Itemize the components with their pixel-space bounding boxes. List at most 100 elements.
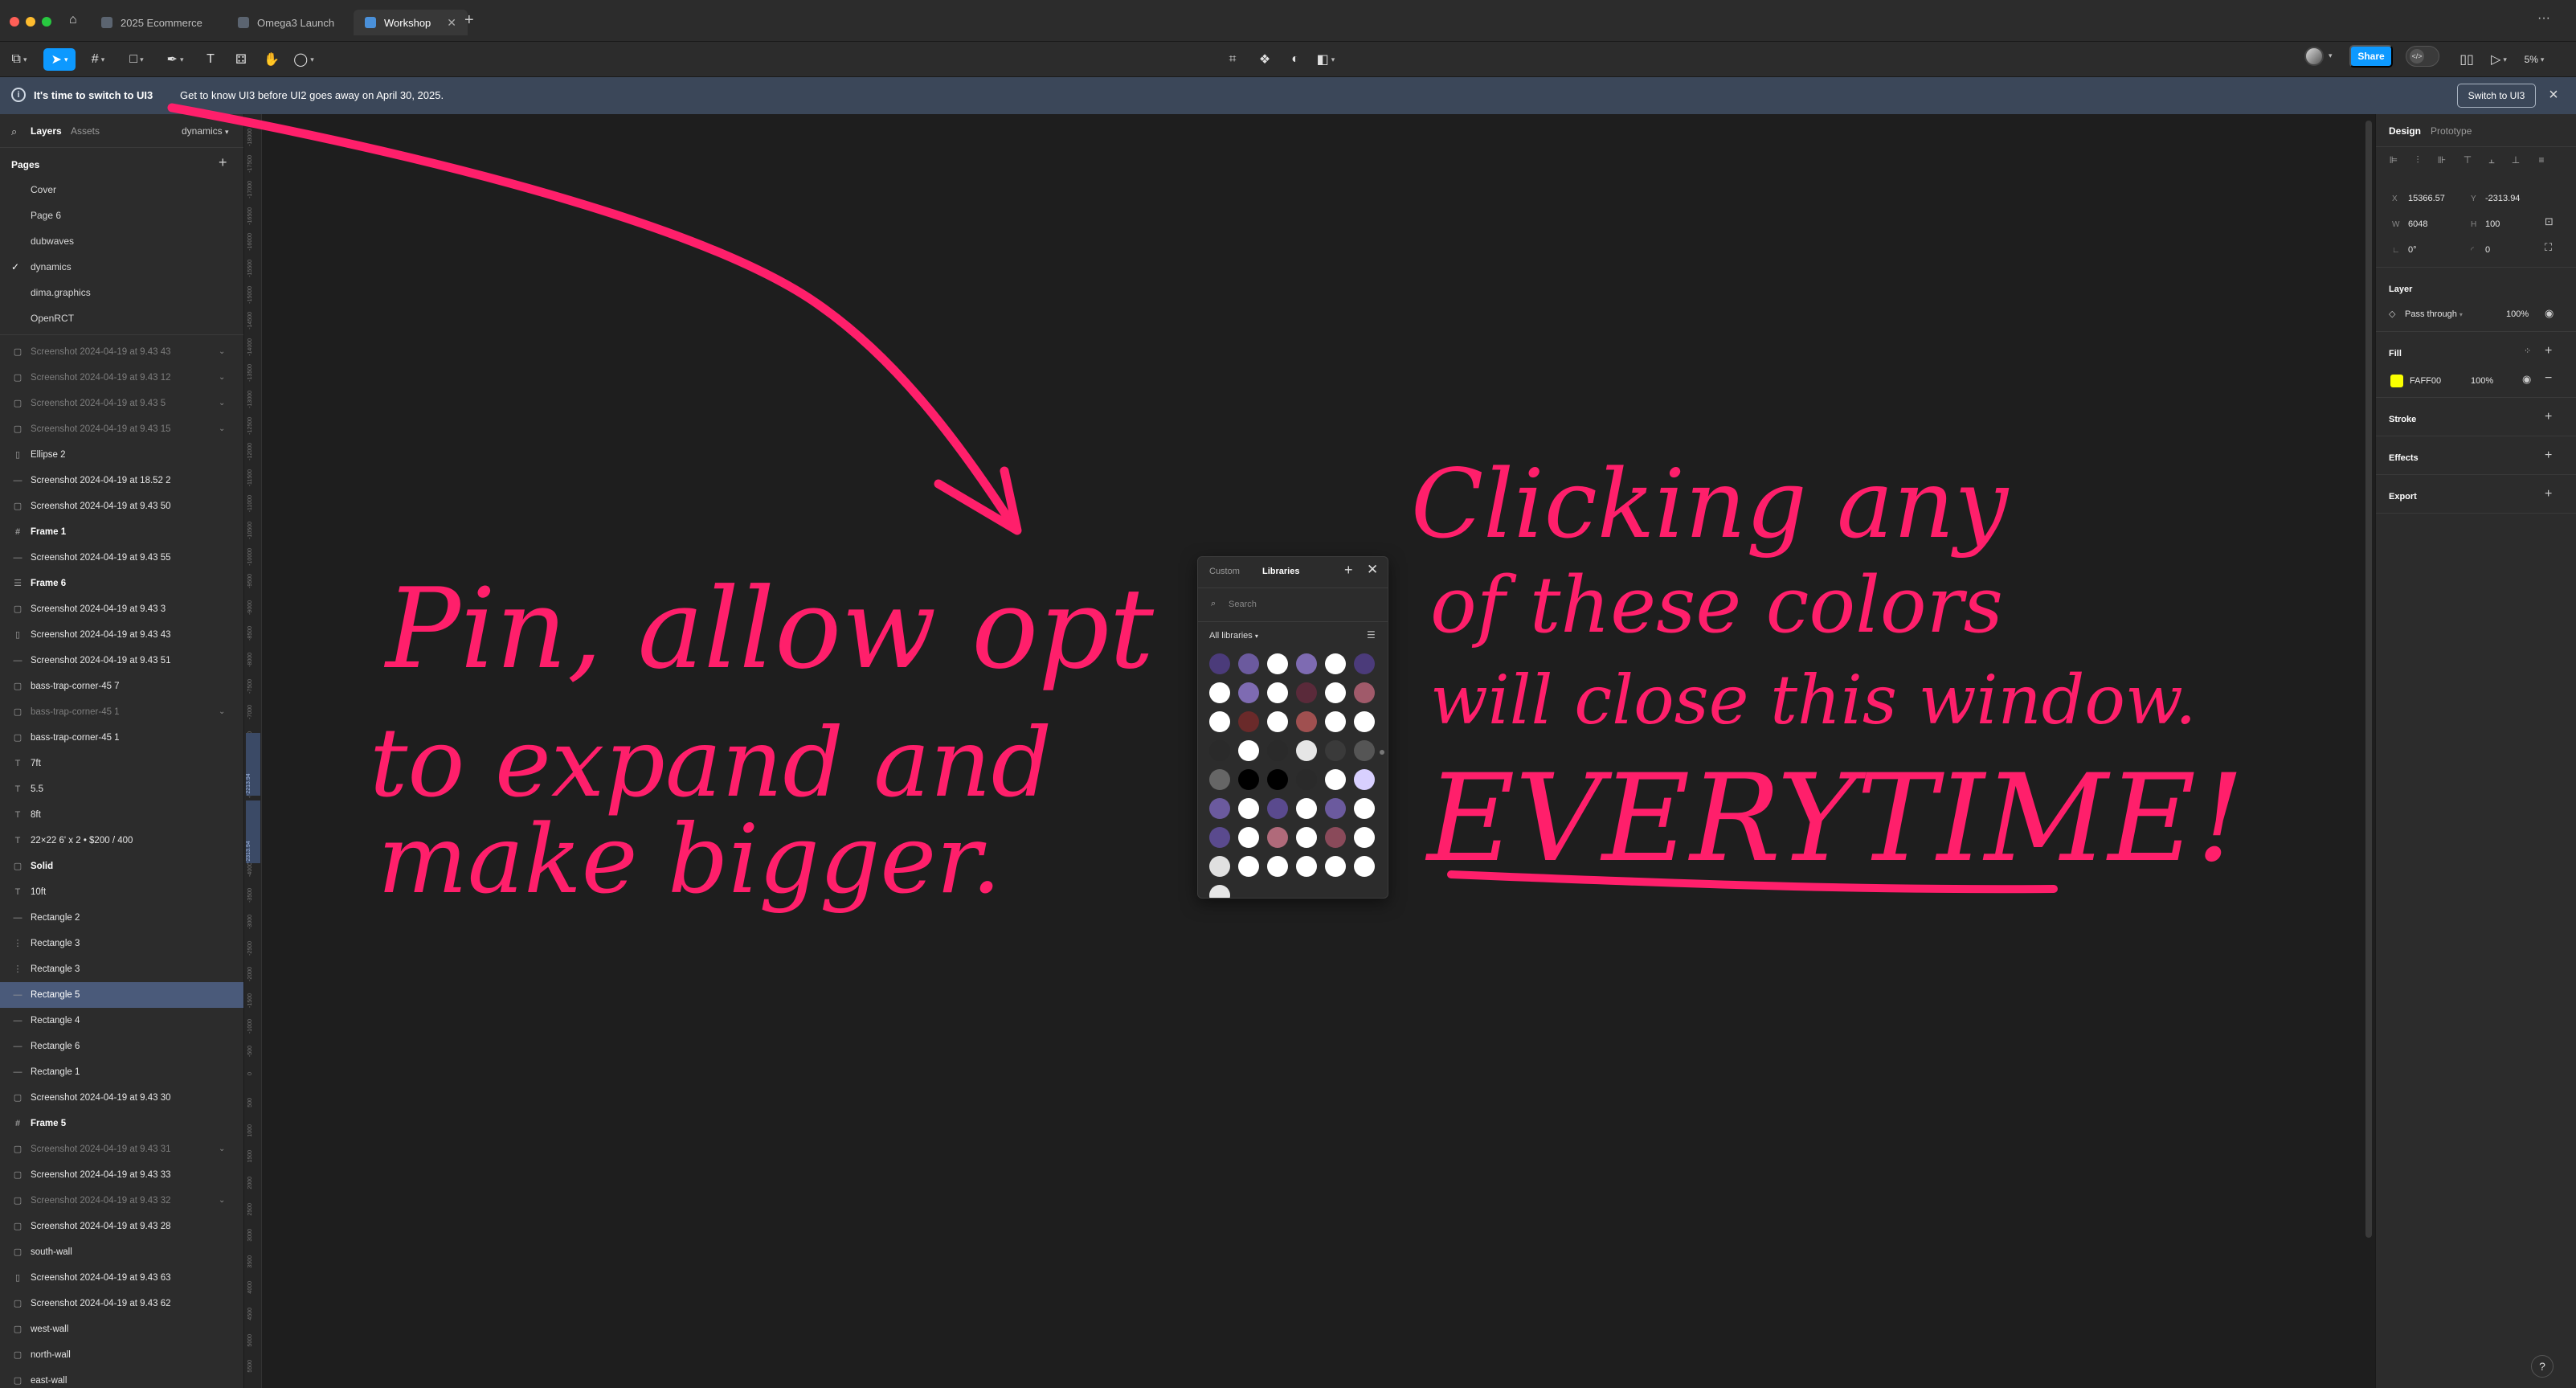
layer-row[interactable]: ▢ bass-trap-corner-45 1 ⌄ [0, 699, 243, 725]
color-swatch[interactable] [1267, 653, 1288, 674]
color-swatch[interactable] [1267, 827, 1288, 848]
layer-row[interactable]: T 8ft [0, 802, 243, 828]
share-button[interactable]: Share [2349, 45, 2393, 68]
close-window-button[interactable] [10, 17, 19, 27]
remove-fill-icon[interactable]: − [2545, 371, 2552, 386]
color-swatch[interactable] [1296, 711, 1317, 732]
color-swatch[interactable] [1209, 682, 1230, 703]
align-left-icon[interactable]: ⊫ [2386, 154, 2402, 170]
crop-tool[interactable]: ⌗ [1221, 48, 1244, 71]
color-swatch[interactable] [1325, 798, 1346, 819]
move-tool[interactable]: ➤ ▾ [43, 48, 76, 71]
layer-row[interactable]: ▢ west-wall [0, 1316, 243, 1342]
layer-row[interactable]: ▢ Screenshot 2024-04-19 at 9.43 12 ⌄ [0, 365, 243, 391]
layer-row[interactable]: ▢ east-wall [0, 1368, 243, 1388]
add-icon[interactable]: + [1344, 562, 1353, 579]
canvas-scrollbar[interactable] [2365, 121, 2372, 1238]
color-swatch[interactable] [1238, 682, 1259, 703]
color-swatch[interactable] [1354, 740, 1375, 761]
tab-omega3-launch[interactable]: Omega3 Launch [227, 10, 346, 35]
color-swatch[interactable] [1354, 653, 1375, 674]
boolean-tool[interactable]: ◧ ▾ [1315, 48, 1337, 71]
zoom-menu[interactable]: 5% ▾ [2523, 48, 2545, 71]
layer-row[interactable]: ▢ north-wall [0, 1342, 243, 1368]
color-swatch[interactable] [1296, 827, 1317, 848]
color-swatch[interactable] [1209, 769, 1230, 790]
layer-row[interactable]: ▢ Screenshot 2024-04-19 at 9.43 32 ⌄ [0, 1188, 243, 1214]
page-item[interactable]: ✓ dynamics [0, 254, 243, 280]
color-swatch[interactable] [1325, 769, 1346, 790]
color-swatch[interactable] [1267, 769, 1288, 790]
layer-row[interactable]: T 5.5 [0, 776, 243, 802]
color-swatch[interactable] [1209, 827, 1230, 848]
color-swatch[interactable] [1209, 653, 1230, 674]
color-swatch[interactable] [1325, 827, 1346, 848]
page-item[interactable]: OpenRCT [0, 305, 243, 331]
layer-row[interactable]: T 7ft [0, 751, 243, 776]
align-middle-icon[interactable]: ⫠ [2484, 154, 2500, 170]
list-view-icon[interactable]: ☰ [1367, 629, 1376, 641]
mask-tool[interactable]: ◐ [1284, 48, 1306, 71]
layer-row[interactable]: ⋮ Rectangle 3 [0, 956, 243, 982]
new-tab-button[interactable]: + [464, 11, 474, 30]
add-stroke-icon[interactable]: + [2545, 410, 2552, 424]
layer-row[interactable]: — Rectangle 1 [0, 1059, 243, 1085]
layer-row[interactable]: ▢ Screenshot 2024-04-19 at 9.43 50 [0, 493, 243, 519]
layer-row[interactable]: — Rectangle 2 [0, 905, 243, 931]
blend-mode-select[interactable]: Pass through ▾ [2405, 309, 2463, 319]
color-swatch[interactable] [1238, 653, 1259, 674]
color-swatch[interactable] [1296, 769, 1317, 790]
layer-row[interactable]: — Screenshot 2024-04-19 at 9.43 55 [0, 545, 243, 571]
layer-row[interactable]: ▢ Screenshot 2024-04-19 at 9.43 31 ⌄ [0, 1136, 243, 1162]
shape-tool[interactable]: □ ▾ [125, 48, 148, 71]
color-swatch[interactable] [1267, 740, 1288, 761]
layer-row[interactable]: ▢ south-wall [0, 1239, 243, 1265]
layer-row[interactable]: ▢ Screenshot 2024-04-19 at 9.43 28 [0, 1214, 243, 1239]
layer-row[interactable]: ▢ Screenshot 2024-04-19 at 9.43 3 [0, 596, 243, 622]
component-tool[interactable]: ❖ [1253, 48, 1276, 71]
independent-corners-icon[interactable]: ⛶ [2545, 241, 2552, 254]
pen-tool[interactable]: ✒ ▾ [164, 48, 186, 71]
chevron-down-icon[interactable]: ⌄ [219, 391, 225, 416]
hand-tool[interactable]: ✋ [260, 48, 283, 71]
page-selector[interactable]: dynamics ▾ [182, 125, 229, 137]
main-menu-button[interactable]: ⧉ ▾ [8, 48, 31, 71]
color-swatch[interactable] [1209, 856, 1230, 877]
library-button[interactable]: ▯▯ [2455, 48, 2478, 71]
maximize-window-button[interactable] [42, 17, 51, 27]
add-fill-icon[interactable]: + [2545, 344, 2552, 358]
chevron-down-icon[interactable]: ⌄ [219, 416, 225, 442]
layer-row[interactable]: — Screenshot 2024-04-19 at 18.52 2 [0, 468, 243, 493]
layer-row[interactable]: ▯ Screenshot 2024-04-19 at 9.43 63 [0, 1265, 243, 1291]
more-icon[interactable]: ··· [2537, 11, 2550, 26]
add-effect-icon[interactable]: + [2545, 448, 2552, 463]
page-item[interactable]: dima.graphics [0, 280, 243, 305]
avatar[interactable] [2304, 47, 2324, 66]
resources-tool[interactable]: ⚃ [230, 48, 252, 71]
add-page-icon[interactable]: + [219, 154, 227, 171]
dev-mode-toggle[interactable]: </> [2406, 46, 2439, 67]
tab-custom[interactable]: Custom [1209, 567, 1240, 576]
chevron-down-icon[interactable]: ⌄ [219, 365, 225, 391]
home-icon[interactable]: ⌂ [69, 13, 77, 27]
align-top-icon[interactable]: ⊤ [2459, 154, 2476, 170]
add-export-icon[interactable]: + [2545, 487, 2552, 502]
eye-icon[interactable]: ◉ [2545, 307, 2554, 320]
color-swatch[interactable] [1325, 653, 1346, 674]
layer-row[interactable]: ▢ bass-trap-corner-45 7 [0, 674, 243, 699]
color-swatch[interactable] [1354, 711, 1375, 732]
color-swatch[interactable] [1209, 798, 1230, 819]
switch-to-ui3-button[interactable]: Switch to UI3 [2457, 84, 2536, 108]
color-swatch[interactable] [1238, 769, 1259, 790]
corner-radius-input[interactable]: 0 [2485, 245, 2490, 255]
search-icon[interactable]: ⌕ [11, 125, 17, 138]
chevron-down-icon[interactable]: ▾ [2329, 51, 2333, 60]
color-swatch[interactable] [1325, 740, 1346, 761]
color-swatch[interactable] [1296, 856, 1317, 877]
layer-opacity-input[interactable]: 100% [2506, 309, 2529, 319]
tab-prototype[interactable]: Prototype [2431, 125, 2472, 137]
layer-row[interactable]: ☰ Frame 6 [0, 571, 243, 596]
color-swatch[interactable] [1296, 682, 1317, 703]
color-swatch[interactable] [1267, 711, 1288, 732]
color-swatch[interactable] [1267, 682, 1288, 703]
